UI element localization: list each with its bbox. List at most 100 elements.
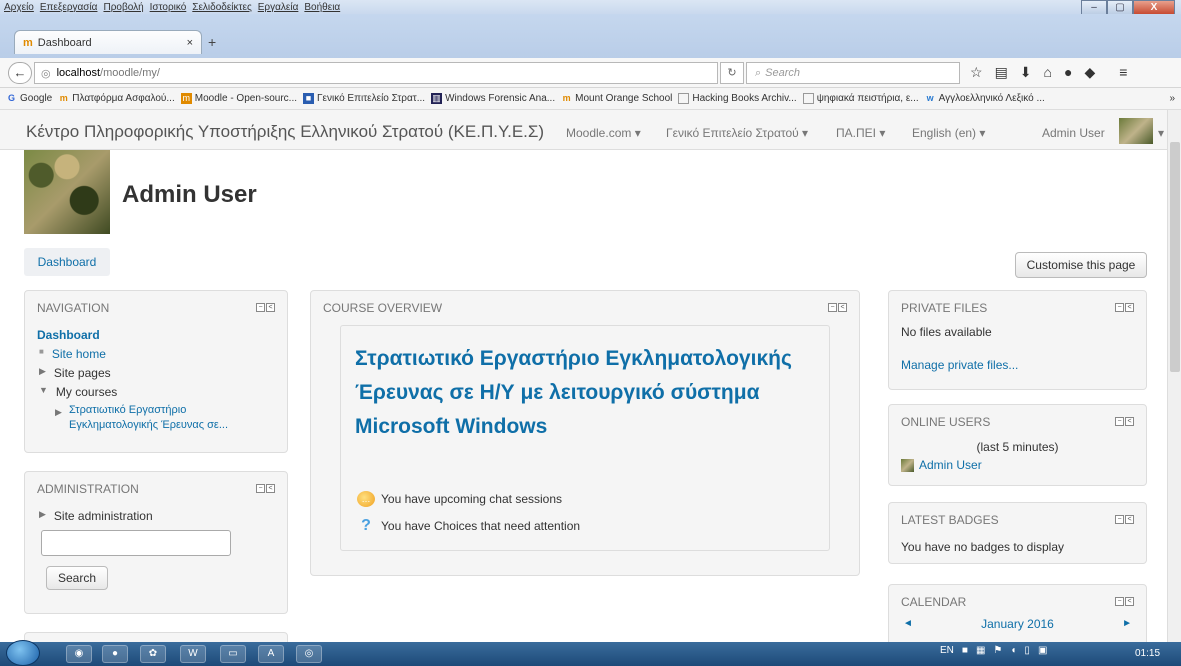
course-title-link[interactable]: Στρατιωτικό Εργαστήριο Εγκληματολογικής … bbox=[355, 342, 825, 444]
admin-search-button[interactable]: Search bbox=[46, 566, 108, 590]
download-icon[interactable]: ⬇ bbox=[1020, 64, 1032, 81]
nav-language[interactable]: English (en) ▾ bbox=[912, 126, 985, 140]
dock-icon[interactable]: < bbox=[1125, 303, 1134, 312]
star-icon[interactable]: ☆ bbox=[970, 64, 983, 81]
tab-dashboard[interactable]: m Dashboard × bbox=[14, 30, 202, 54]
search-bar[interactable]: ⌕ Search bbox=[746, 62, 960, 84]
bookmark-item[interactable]: ■ Γενικό Επιτελείο Στρατ... bbox=[303, 93, 425, 104]
shield-icon[interactable]: ■ bbox=[962, 645, 968, 656]
url-bar[interactable]: ◎ localhost/moodle/my/ bbox=[34, 62, 718, 84]
menu-bookmarks[interactable]: Σελιδοδείκτες bbox=[192, 2, 251, 13]
dock-icon[interactable]: < bbox=[1125, 417, 1134, 426]
manage-private-files-link[interactable]: Manage private files... bbox=[901, 358, 1018, 372]
bookmark-item[interactable]: w Αγγλοελληνικό Λεξικό ... bbox=[925, 93, 1045, 104]
menu-view[interactable]: Προβολή bbox=[103, 2, 143, 13]
bookmark-item[interactable]: ▥ Windows Forensic Ana... bbox=[431, 93, 555, 104]
pdf-icon[interactable]: A bbox=[258, 645, 284, 663]
explorer-icon[interactable]: ▭ bbox=[220, 645, 246, 663]
menu-icon[interactable]: ≡ bbox=[1119, 64, 1127, 81]
dock-icon[interactable]: < bbox=[838, 303, 847, 312]
calendar-month[interactable]: January 2016 bbox=[889, 617, 1146, 631]
bookmark-item[interactable]: ψηφιακά πειστήρια, ε... bbox=[802, 93, 919, 104]
menu-tools[interactable]: Εργαλεία bbox=[258, 2, 299, 13]
new-tab-button[interactable]: + bbox=[208, 34, 216, 50]
nav-papei[interactable]: ΠΑ.ΠΕΙ ▾ bbox=[836, 126, 885, 140]
admin-search-input[interactable] bbox=[41, 530, 231, 556]
close-tab-icon[interactable]: × bbox=[187, 37, 193, 49]
collapse-icon[interactable]: − bbox=[1115, 417, 1124, 426]
avatar bbox=[24, 150, 110, 234]
nav-site-home[interactable]: Site home bbox=[52, 347, 106, 361]
collapse-icon[interactable]: − bbox=[256, 303, 265, 312]
reload-button[interactable]: ↻ bbox=[720, 62, 744, 84]
expand-arrow-icon[interactable]: ▶ bbox=[39, 509, 46, 523]
block-title: NAVIGATION bbox=[37, 301, 110, 315]
menu-edit[interactable]: Επεξεργασία bbox=[40, 2, 98, 13]
app-icon[interactable]: ✿ bbox=[140, 645, 166, 663]
chat-icon: … bbox=[357, 491, 375, 507]
block-title: ONLINE USERS bbox=[901, 415, 991, 429]
home-icon[interactable]: ⌂ bbox=[1044, 64, 1052, 81]
expand-arrow-icon[interactable]: ▶ bbox=[39, 366, 46, 380]
breadcrumb-dashboard[interactable]: Dashboard bbox=[24, 248, 110, 276]
expand-arrow-icon[interactable]: ▶ bbox=[55, 407, 62, 418]
firefox-icon[interactable]: ● bbox=[102, 645, 128, 663]
google-icon: G bbox=[7, 93, 15, 103]
taskbar-clock[interactable]: 01:15 bbox=[1135, 648, 1160, 659]
language-indicator[interactable]: EN bbox=[940, 645, 954, 656]
nav-general-staff[interactable]: Γενικό Επιτελείο Στρατού ▾ bbox=[666, 126, 808, 140]
back-button[interactable]: ← bbox=[8, 62, 32, 84]
collapse-icon[interactable]: − bbox=[1115, 515, 1124, 524]
volume-icon[interactable]: ◖ bbox=[1010, 645, 1016, 656]
menu-history[interactable]: Ιστορικό bbox=[150, 2, 187, 13]
collapse-arrow-icon[interactable]: ▼ bbox=[39, 385, 48, 399]
bookmark-item[interactable]: m Πλατφόρμα Ασφαλού... bbox=[58, 93, 175, 104]
block-title: PRIVATE FILES bbox=[901, 301, 988, 315]
dock-icon[interactable]: < bbox=[266, 303, 275, 312]
online-user-link[interactable]: Admin User bbox=[919, 458, 982, 472]
start-button[interactable] bbox=[6, 640, 40, 666]
bookmark-item[interactable]: Hacking Books Archiv... bbox=[678, 93, 797, 104]
nav-site-administration[interactable]: Site administration bbox=[54, 509, 153, 523]
flag-icon[interactable]: ⚑ bbox=[993, 645, 1002, 656]
chat-icon[interactable]: ● bbox=[1064, 64, 1072, 81]
tab-label: Dashboard bbox=[37, 36, 92, 49]
dock-icon[interactable]: < bbox=[1125, 515, 1134, 524]
collapse-icon[interactable]: − bbox=[828, 303, 837, 312]
page-scrollbar[interactable] bbox=[1167, 110, 1181, 642]
dock-icon[interactable]: < bbox=[266, 484, 275, 493]
scrollbar-thumb[interactable] bbox=[1170, 142, 1180, 372]
system-tray: EN ■ ▦ ⚑ ◖ ▯ ▣ bbox=[940, 645, 1047, 656]
collapse-icon[interactable]: − bbox=[1115, 303, 1124, 312]
menu-help[interactable]: Βοήθεια bbox=[304, 2, 340, 13]
reading-list-icon[interactable]: ▤ bbox=[995, 64, 1008, 81]
collapse-icon[interactable]: − bbox=[256, 484, 265, 493]
network-icon[interactable]: ▦ bbox=[976, 645, 985, 656]
nav-site-pages[interactable]: Site pages bbox=[54, 366, 111, 380]
nav-dashboard-link[interactable]: Dashboard bbox=[37, 328, 100, 342]
bookmark-item[interactable]: G Google bbox=[6, 93, 52, 104]
user-menu-name[interactable]: Admin User bbox=[1042, 126, 1105, 140]
customise-page-button[interactable]: Customise this page bbox=[1015, 252, 1147, 278]
chrome-icon[interactable]: ◉ bbox=[66, 645, 92, 663]
nav-course-link[interactable]: Στρατιωτικό Εργαστήριο Εγκληματολογικής … bbox=[69, 403, 228, 433]
nav-moodle-com[interactable]: Moodle.com ▾ bbox=[566, 126, 641, 140]
display-icon[interactable]: ▣ bbox=[1038, 645, 1047, 656]
power-icon[interactable]: ▯ bbox=[1024, 645, 1030, 656]
site-name[interactable]: Κέντρο Πληροφορικής Υποστήριξης Ελληνικο… bbox=[26, 122, 544, 142]
calendar-next-arrow-icon[interactable]: ► bbox=[1122, 618, 1132, 629]
bookmark-item[interactable]: m Mount Orange School bbox=[561, 93, 673, 104]
overflow-chevron-icon[interactable]: » bbox=[1169, 93, 1175, 104]
user-menu-caret-icon[interactable]: ▾ bbox=[1158, 126, 1164, 140]
media-icon[interactable]: ◎ bbox=[296, 645, 322, 663]
word-icon[interactable]: W bbox=[180, 645, 206, 663]
menu-file[interactable]: Αρχείο bbox=[4, 2, 34, 13]
dictionary-icon: w bbox=[926, 93, 934, 103]
page-icon bbox=[678, 93, 690, 104]
collapse-icon[interactable]: − bbox=[1115, 597, 1124, 606]
user-avatar-small[interactable] bbox=[1119, 118, 1153, 144]
nav-my-courses[interactable]: My courses bbox=[56, 385, 117, 399]
bookmark-item[interactable]: m Moodle - Open-sourc... bbox=[180, 93, 297, 104]
dock-icon[interactable]: < bbox=[1125, 597, 1134, 606]
pocket-icon[interactable]: ◆ bbox=[1084, 64, 1095, 81]
